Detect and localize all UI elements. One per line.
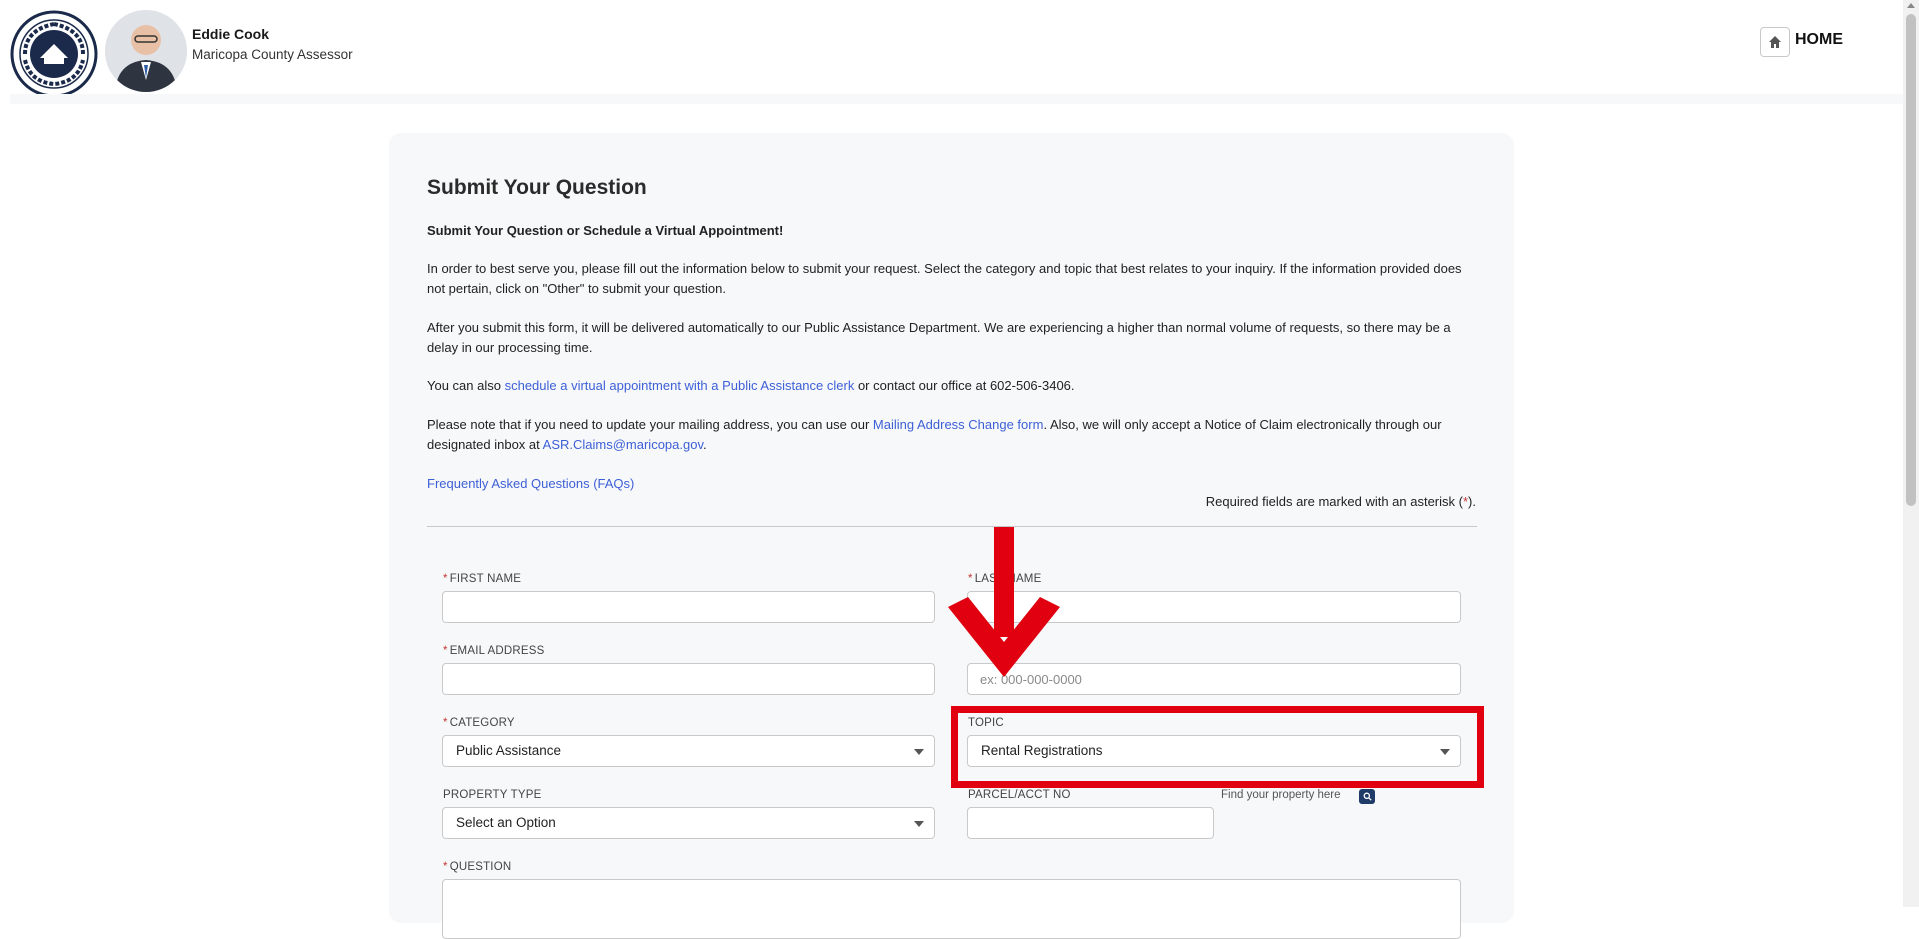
appointment-text-post: or contact our office at 602-506-3406. [854,378,1075,393]
property-type-selected-value: Select an Option [456,815,556,830]
home-icon [1769,36,1781,48]
email-address-label: * EMAIL ADDRESS [443,645,545,657]
email-label-text: EMAIL ADDRESS [449,645,545,657]
mailing-text-post: . [703,436,707,452]
header-divider-strip [10,94,1903,104]
chevron-down-icon [914,821,924,827]
mailing-text-pre: Please note that if you need to update y… [427,417,873,432]
find-property-label: Find your property here [1221,789,1341,801]
required-asterisk: * [443,717,448,729]
page-title: Submit Your Question [427,176,647,199]
chevron-down-icon [914,749,924,755]
category-selected-value: Public Assistance [456,743,562,758]
assessor-photo [105,10,187,92]
appointment-paragraph: You can also schedule a virtual appointm… [427,376,1477,396]
faq-link[interactable]: Frequently Asked Questions (FAQs) [427,474,634,494]
mailing-paragraph: Please note that if you need to update y… [427,415,1477,454]
home-link[interactable]: HOME [1795,31,1843,49]
scrollbar-thumb[interactable] [1906,14,1916,506]
question-textarea[interactable] [442,879,1461,939]
page-scrollbar[interactable] [1903,0,1919,907]
scroll-up-arrow-icon[interactable] [1907,3,1915,8]
property-type-label: PROPERTY TYPE [443,789,542,801]
required-note-pre: Required fields are marked with an aster… [1205,494,1463,509]
assessor-name: Eddie Cook [192,26,270,42]
home-button[interactable] [1760,27,1790,57]
category-label: * CATEGORY [443,717,515,729]
first-name-input[interactable] [442,591,935,623]
site-header: Eddie Cook Maricopa County Assessor HOME [0,0,1903,98]
category-select[interactable]: Public Assistance [442,735,935,767]
category-label-text: CATEGORY [449,717,515,729]
down-arrow-icon [948,527,1060,677]
schedule-appointment-link[interactable]: schedule a virtual appointment with a Pu… [505,378,855,393]
required-note-post: ). [1468,494,1476,509]
appointment-text-pre: You can also [427,378,505,393]
question-label: * QUESTION [443,861,511,873]
required-fields-note: Required fields are marked with an aster… [1206,494,1476,509]
required-asterisk: * [443,645,448,657]
assessor-title: Maricopa County Assessor [192,47,353,62]
find-property-button[interactable] [1359,789,1375,804]
search-icon [1363,792,1372,801]
maricopa-county-seal-icon[interactable] [10,10,98,98]
parcel-number-label: PARCEL/ACCT NO [968,789,1071,801]
email-address-input[interactable] [442,663,935,695]
parcel-number-input[interactable] [967,807,1214,839]
intro-paragraph: In order to best serve you, please fill … [427,261,1462,296]
topic-highlight-box [951,706,1484,788]
required-asterisk: * [443,861,448,873]
delivery-paragraph: After you submit this form, it will be d… [427,320,1451,355]
form-subtitle: Submit Your Question or Schedule a Virtu… [427,223,784,238]
property-type-select[interactable]: Select an Option [442,807,935,839]
required-asterisk: * [443,573,448,585]
mailing-address-change-link[interactable]: Mailing Address Change form [873,417,1044,432]
question-label-text: QUESTION [449,861,512,873]
claims-email-link[interactable]: ASR.Claims@maricopa.gov [543,437,703,452]
person-avatar-icon [105,10,187,92]
first-name-label-text: FIRST NAME [449,573,522,585]
first-name-label: * FIRST NAME [443,573,521,585]
